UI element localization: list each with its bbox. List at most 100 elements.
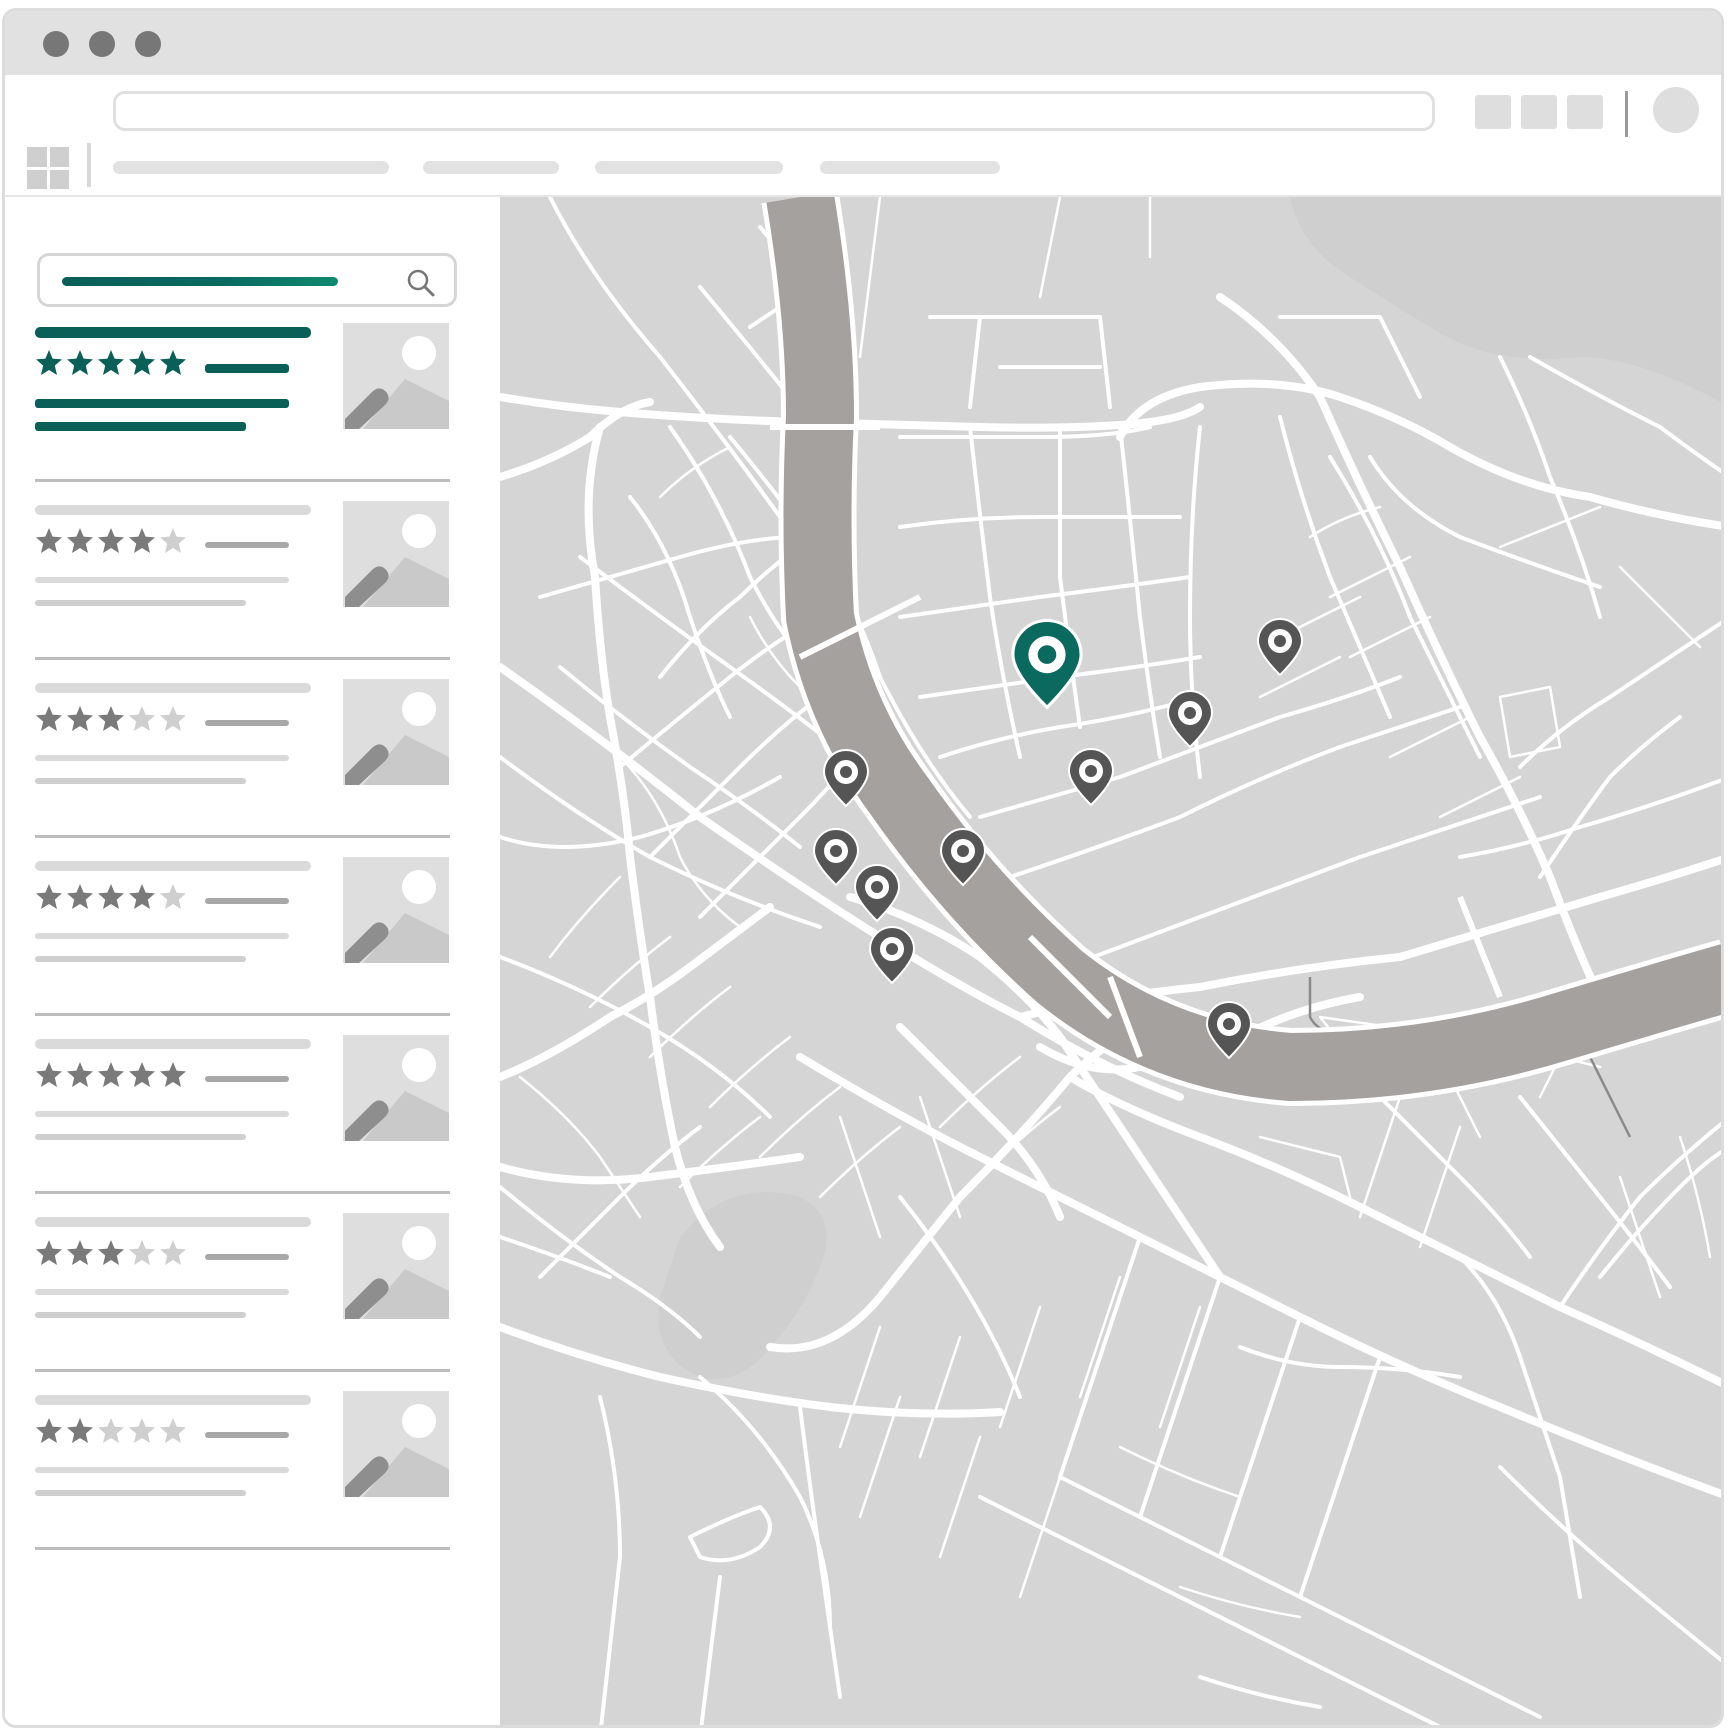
map-pin-icon[interactable] [1067,748,1115,807]
star-filled-icon [36,350,62,375]
result-item[interactable] [35,1391,450,1593]
image-placeholder-icon[interactable] [343,679,449,785]
search-input[interactable] [62,277,338,286]
result-title[interactable] [35,683,311,693]
nav-item[interactable] [595,161,783,174]
image-placeholder-icon[interactable] [343,501,449,607]
star-rating [35,883,187,913]
result-title[interactable] [35,1217,311,1227]
result-divider [35,1547,450,1550]
result-title[interactable] [35,1395,311,1405]
star-empty-icon [98,1418,124,1443]
map-pin-selected-icon[interactable] [1011,619,1083,710]
star-filled-icon [67,1418,93,1443]
star-rating [35,1417,187,1447]
star-filled-icon [67,350,93,375]
star-filled-icon [160,350,186,375]
search-box[interactable] [37,253,457,307]
result-description-line [35,399,289,408]
star-filled-icon [36,528,62,553]
result-description-line [35,1134,246,1140]
result-divider [35,1013,450,1016]
star-filled-icon [98,350,124,375]
star-filled-icon [98,528,124,553]
star-empty-icon [129,706,155,731]
star-filled-icon [36,1418,62,1443]
map-pin-icon[interactable] [1166,690,1214,749]
result-item[interactable] [35,679,450,881]
result-description-line [35,755,289,761]
result-divider [35,657,450,660]
rating-text [205,1254,289,1260]
result-title[interactable] [35,327,311,338]
result-description-line [35,1490,246,1496]
star-filled-icon [98,1240,124,1265]
result-description-line [35,778,246,784]
image-placeholder-icon[interactable] [343,857,449,963]
toolbar-square-icon[interactable] [1475,95,1511,129]
result-item[interactable] [35,323,450,525]
result-item[interactable] [35,1213,450,1415]
toolbar-square-icon[interactable] [1521,95,1557,129]
star-filled-icon [67,706,93,731]
star-empty-icon [160,1240,186,1265]
maximize-dot[interactable] [135,31,161,57]
result-title[interactable] [35,861,311,871]
avatar[interactable] [1653,87,1699,133]
star-filled-icon [98,706,124,731]
star-filled-icon [36,1062,62,1087]
nav-item[interactable] [820,161,1000,174]
result-divider [35,1191,450,1194]
result-description-line [35,1289,289,1295]
result-description-line [35,422,246,431]
star-filled-icon [67,884,93,909]
result-item[interactable] [35,501,450,703]
address-bar[interactable] [113,91,1435,131]
image-placeholder-icon[interactable] [343,1213,449,1319]
rating-text [205,1432,289,1438]
rating-text [205,1076,289,1082]
image-placeholder-icon[interactable] [343,323,449,429]
map-pin-icon[interactable] [1256,618,1304,677]
close-dot[interactable] [43,31,69,57]
star-filled-icon [129,884,155,909]
road-network [500,197,1721,1725]
map-pin-icon[interactable] [868,926,916,985]
star-filled-icon [129,528,155,553]
star-empty-icon [160,706,186,731]
star-empty-icon [160,1418,186,1443]
star-rating [35,1239,187,1269]
result-item[interactable] [35,1035,450,1237]
result-description-line [35,577,289,583]
title-bar [5,11,1721,75]
nav-item[interactable] [423,161,559,174]
result-divider [35,835,450,838]
star-filled-icon [98,1062,124,1087]
toolbar-square-icon[interactable] [1567,95,1603,129]
result-title[interactable] [35,1039,311,1049]
results-sidebar [5,197,500,1725]
star-filled-icon [129,350,155,375]
map-view[interactable] [500,197,1724,1728]
search-icon[interactable] [406,268,436,298]
toolbar-divider [1625,91,1628,137]
result-description-line [35,1467,289,1473]
result-title[interactable] [35,505,311,515]
result-divider [35,1369,450,1372]
star-rating [35,1061,187,1091]
minimize-dot[interactable] [89,31,115,57]
result-item[interactable] [35,857,450,1059]
map-pin-icon[interactable] [812,828,860,887]
rating-text [205,898,289,904]
apps-grid-icon[interactable] [27,147,69,189]
star-rating [35,349,187,379]
star-filled-icon [67,1240,93,1265]
map-canvas[interactable] [500,197,1724,1728]
browser-toolbar [5,75,1721,197]
star-filled-icon [160,1062,186,1087]
star-filled-icon [98,884,124,909]
image-placeholder-icon[interactable] [343,1391,449,1497]
image-placeholder-icon[interactable] [343,1035,449,1141]
nav-item[interactable] [113,161,389,174]
star-filled-icon [67,1062,93,1087]
